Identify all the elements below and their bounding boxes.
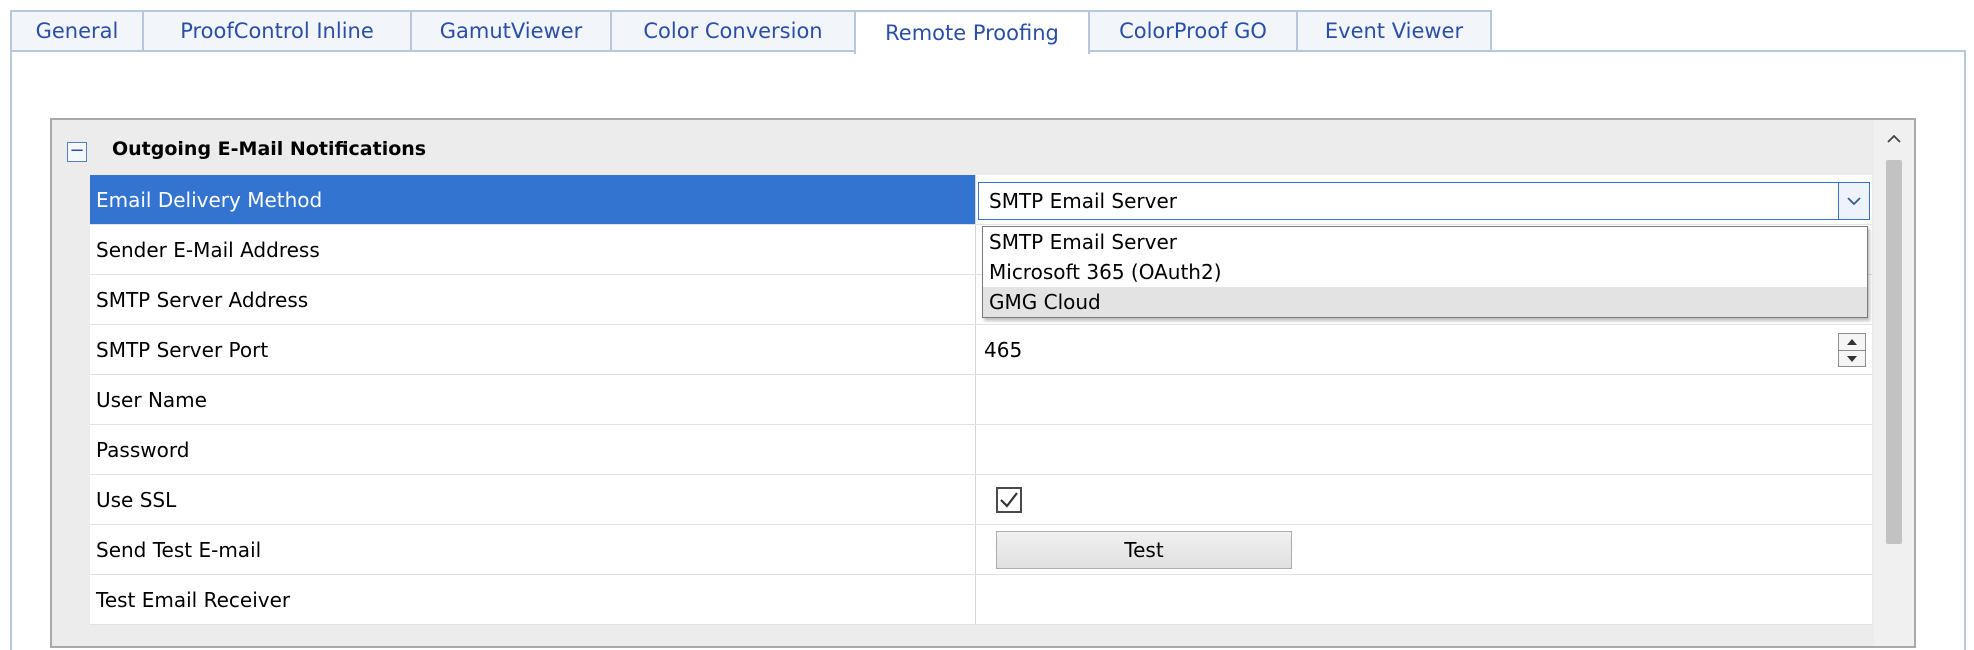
scroll-thumb[interactable] (1886, 160, 1902, 544)
row-use-ssl[interactable]: Use SSL (90, 475, 1872, 525)
vertical-scrollbar[interactable] (1874, 120, 1914, 646)
chevron-down-icon[interactable] (1838, 183, 1869, 219)
delivery-method-dropdown: SMTP Email Server Microsoft 365 (OAuth2)… (982, 226, 1868, 318)
property-label: User Name (90, 375, 976, 424)
tab-general[interactable]: General (10, 10, 144, 50)
tab-event-viewer[interactable]: Event Viewer (1296, 10, 1492, 50)
tab-label: Remote Proofing (885, 21, 1059, 45)
tab-label: ProofControl Inline (180, 19, 374, 43)
property-label: SMTP Server Address (90, 275, 976, 324)
tab-label: General (35, 19, 119, 43)
tab-gamutviewer[interactable]: GamutViewer (410, 10, 612, 50)
property-label: Send Test E-mail (90, 525, 976, 574)
dropdown-option-microsoft-365[interactable]: Microsoft 365 (OAuth2) (983, 257, 1867, 287)
group-title: Outgoing E-Mail Notifications (112, 138, 427, 160)
tab-label: Color Conversion (643, 19, 823, 43)
use-ssl-checkbox[interactable] (996, 486, 1022, 513)
smtp-port-value: 465 (984, 337, 1023, 362)
test-button[interactable]: Test (996, 530, 1292, 569)
tab-remote-proofing[interactable]: Remote Proofing (854, 10, 1090, 54)
tab-colorproof-go[interactable]: ColorProof GO (1088, 10, 1298, 50)
spin-up-icon[interactable] (1839, 334, 1865, 351)
port-spinner[interactable] (1838, 333, 1866, 367)
property-label: SMTP Server Port (90, 325, 976, 374)
group-header: − Outgoing E-Mail Notifications (52, 120, 1872, 176)
send-test-cell: Test (976, 525, 1872, 574)
tab-label: Event Viewer (1324, 19, 1464, 43)
test-receiver-field[interactable] (976, 575, 1872, 624)
dropdown-option-gmg-cloud[interactable]: GMG Cloud (983, 287, 1867, 317)
use-ssl-cell (976, 475, 1872, 524)
tab-color-conversion[interactable]: Color Conversion (610, 10, 856, 50)
property-label: Use SSL (90, 475, 976, 524)
password-field[interactable] (976, 425, 1872, 474)
tab-label: GamutViewer (439, 19, 583, 43)
scroll-up-icon[interactable] (1874, 120, 1914, 158)
smtp-port-field[interactable]: 465 (976, 325, 1872, 374)
user-name-field[interactable] (976, 375, 1872, 424)
combo-value: SMTP Email Server (989, 189, 1178, 213)
collapse-icon[interactable]: − (67, 142, 87, 162)
spin-down-icon[interactable] (1839, 351, 1865, 367)
property-label: Email Delivery Method (90, 175, 976, 224)
row-send-test-email[interactable]: Send Test E-mail Test (90, 525, 1872, 575)
tab-label: ColorProof GO (1119, 19, 1267, 43)
delivery-method-combo[interactable]: SMTP Email Server (978, 182, 1870, 220)
tab-proofcontrol-inline[interactable]: ProofControl Inline (142, 10, 412, 50)
checkmark-icon (1000, 491, 1018, 508)
property-label: Password (90, 425, 976, 474)
dropdown-option-smtp[interactable]: SMTP Email Server (983, 227, 1867, 257)
property-grid: − Outgoing E-Mail Notifications Email De… (50, 118, 1916, 648)
property-label: Sender E-Mail Address (90, 225, 976, 274)
property-label: Test Email Receiver (90, 575, 976, 624)
row-smtp-server-port[interactable]: SMTP Server Port 465 (90, 325, 1872, 375)
row-user-name[interactable]: User Name (90, 375, 1872, 425)
row-password[interactable]: Password (90, 425, 1872, 475)
row-test-email-receiver[interactable]: Test Email Receiver (90, 575, 1872, 625)
